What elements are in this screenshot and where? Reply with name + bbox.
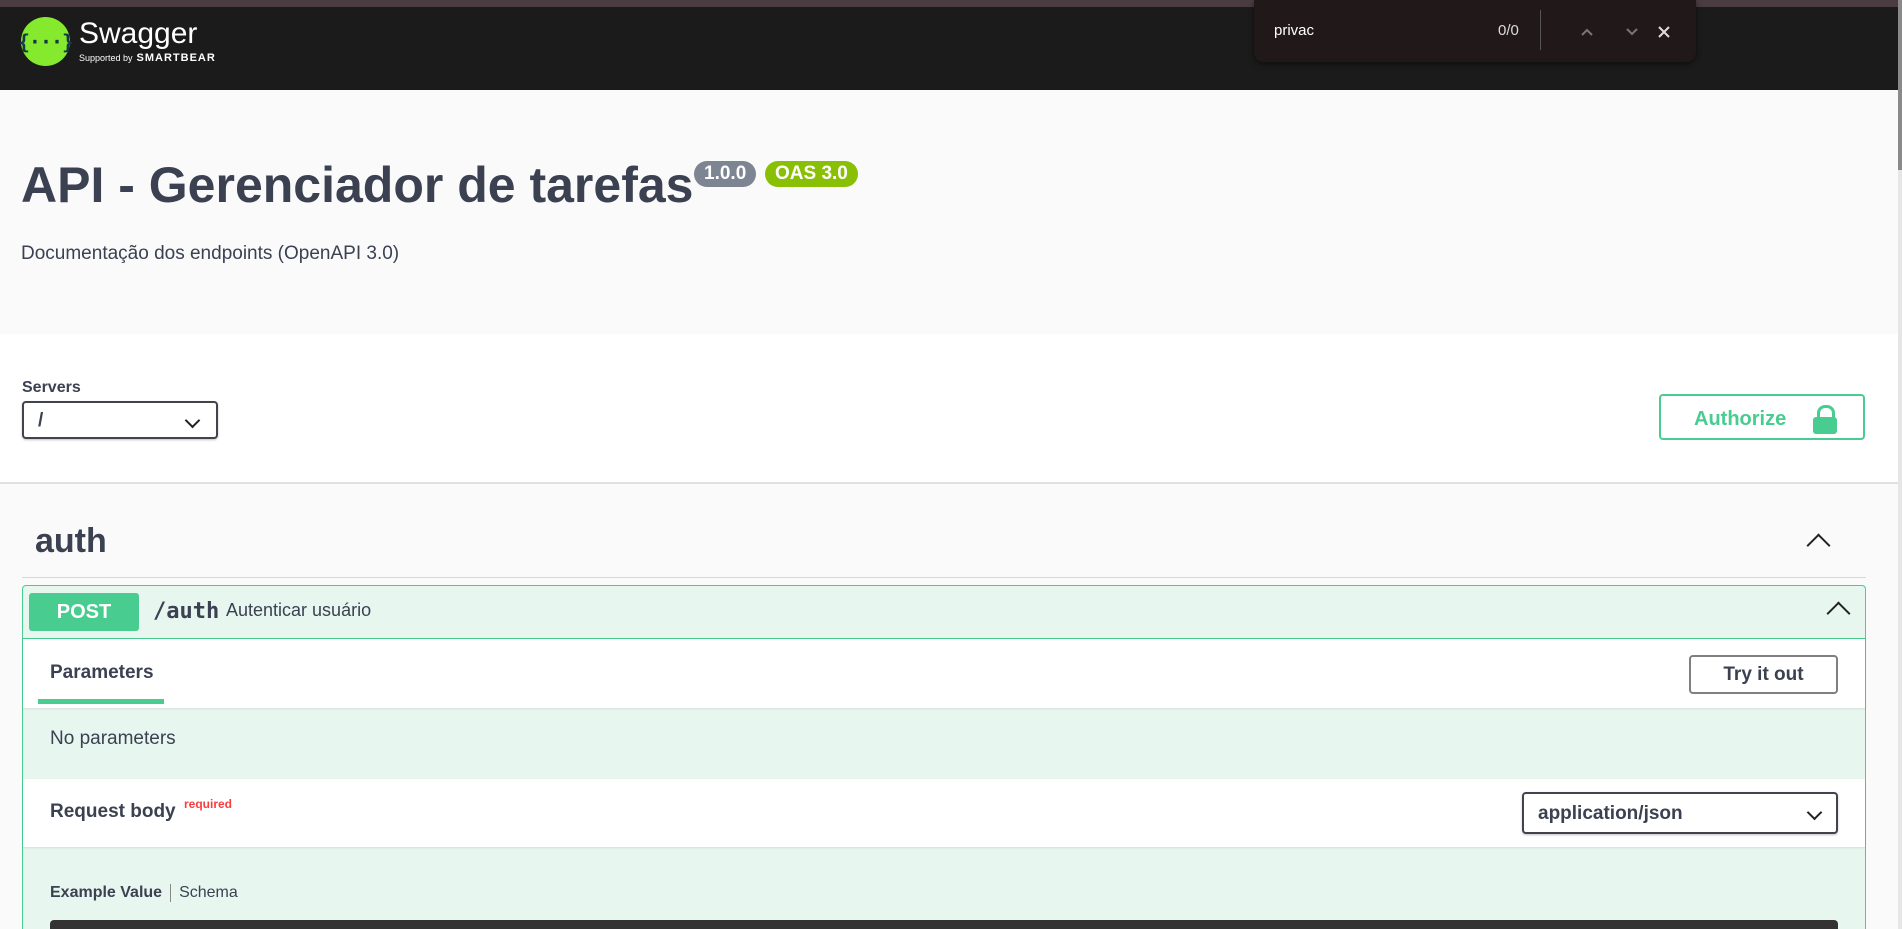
api-description: Documentação dos endpoints (OpenAPI 3.0) xyxy=(21,243,400,264)
operation-path: /auth xyxy=(153,599,220,624)
brand-supported-by: Supported by xyxy=(79,53,133,63)
required-marker: required xyxy=(184,797,233,811)
servers-select[interactable]: / xyxy=(22,401,218,439)
tab-example-value[interactable]: Example Value xyxy=(50,884,162,902)
swagger-logo-icon: {···} xyxy=(18,17,74,66)
close-icon xyxy=(1658,26,1670,38)
example-tabs: Example Value Schema xyxy=(50,884,238,902)
tag-divider xyxy=(22,577,1866,578)
brand-name: Swagger xyxy=(79,17,198,50)
page-title: API - Gerenciador de tarefas xyxy=(21,157,694,213)
try-it-out-button[interactable]: Try it out xyxy=(1689,655,1838,694)
http-method-badge: POST xyxy=(29,593,139,631)
find-match-count: 0/0 xyxy=(1498,22,1519,39)
servers-label: Servers xyxy=(22,379,81,396)
find-previous-button[interactable] xyxy=(1573,18,1601,46)
tag-title-auth[interactable]: auth xyxy=(35,522,107,561)
chevron-down-icon xyxy=(1806,804,1823,821)
tab-schema[interactable]: Schema xyxy=(179,884,238,902)
content-type-value: application/json xyxy=(1538,803,1683,824)
version-badge: 1.0.0 xyxy=(694,161,757,187)
swagger-wordmark: Swagger Supported by SMARTBEAR xyxy=(79,19,216,64)
authorize-button[interactable]: Authorize xyxy=(1659,394,1865,440)
request-body-title: Request body xyxy=(50,801,176,822)
servers-selected-value: / xyxy=(38,410,44,431)
parameters-header xyxy=(23,639,1865,708)
brand-company: SMARTBEAR xyxy=(136,52,216,64)
tag-collapse-chevron-up-icon[interactable] xyxy=(1806,533,1831,558)
servers-section xyxy=(0,334,1898,484)
find-divider xyxy=(1540,10,1541,50)
oas-badge: OAS 3.0 xyxy=(765,161,858,187)
tab-parameters[interactable]: Parameters xyxy=(50,662,154,684)
tab-divider xyxy=(170,884,172,902)
find-close-button[interactable] xyxy=(1650,18,1678,46)
tab-parameters-active-indicator xyxy=(38,699,164,704)
brand-tagline: Supported by SMARTBEAR xyxy=(79,53,216,64)
find-input[interactable]: privac xyxy=(1274,22,1314,39)
no-parameters-text: No parameters xyxy=(50,728,176,749)
content-type-select[interactable]: application/json xyxy=(1522,792,1838,834)
chevron-down-icon xyxy=(1626,28,1638,36)
authorize-label: Authorize xyxy=(1694,408,1787,430)
scrollbar-thumb[interactable] xyxy=(1898,0,1902,170)
find-next-button[interactable] xyxy=(1618,18,1646,46)
chevron-up-icon xyxy=(1581,28,1593,36)
chevron-down-icon xyxy=(184,412,201,429)
swagger-logo[interactable]: {···} Swagger Supported by SMARTBEAR xyxy=(18,14,216,69)
operation-summary: Autenticar usuário xyxy=(226,600,372,620)
lock-icon xyxy=(1813,405,1837,434)
example-code-block xyxy=(50,920,1838,929)
